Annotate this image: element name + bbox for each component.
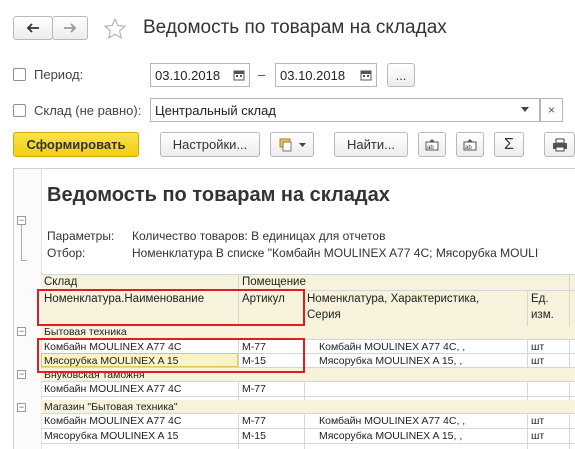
calendar-icon[interactable] [233, 69, 245, 81]
find-previous-button[interactable]: ab [418, 132, 446, 157]
svg-text:ab: ab [465, 145, 472, 151]
period-checkbox[interactable] [13, 68, 26, 81]
table-row-name: Комбайн MOULINEX A77 4C [44, 415, 182, 427]
arrow-left-icon [26, 23, 39, 33]
table-row-unit: шт [531, 355, 545, 367]
collapse-group-icon[interactable]: − [17, 370, 26, 379]
header-series: Серия [307, 309, 341, 321]
find-button[interactable]: Найти... [334, 132, 408, 157]
group-name: Бытовая техника [44, 326, 127, 338]
svg-text:ab: ab [427, 145, 434, 151]
dropdown-arrow-icon[interactable] [521, 107, 529, 112]
grid-line [569, 274, 570, 449]
header-room: Помещение [242, 276, 306, 288]
table-row-unit: шт [531, 415, 545, 427]
report-variants-icon [279, 138, 291, 151]
grid-line [41, 413, 575, 414]
collapse-group-icon[interactable]: − [17, 327, 26, 336]
settings-label: Настройки... [172, 137, 248, 152]
highlight-box-rows [37, 338, 305, 373]
warehouse-label: Склад (не равно): [34, 103, 142, 118]
sum-button[interactable]: Σ [494, 132, 524, 157]
collapse-params-icon[interactable]: − [17, 216, 26, 225]
params-value: Количество товаров: В единицах для отчет… [132, 229, 386, 243]
date-separator: – [258, 67, 266, 82]
date-from-value: 03.10.2018 [155, 67, 221, 83]
table-row-article: М-77 [242, 383, 266, 395]
table-row-unit: шт [531, 341, 545, 353]
generate-button[interactable]: Сформировать [13, 132, 139, 157]
page-title: Ведомость по товарам на складах [143, 17, 447, 38]
clear-icon[interactable]: × [541, 98, 563, 122]
settings-button[interactable]: Настройки... [160, 132, 260, 157]
highlight-box-header [37, 289, 305, 326]
filter-label: Отбор: [47, 246, 86, 260]
period-select-button[interactable]: ... [387, 63, 415, 87]
table-row-characteristics: Комбайн MOULINEX A77 4C, , [319, 341, 466, 353]
collapse-group-icon[interactable]: − [17, 403, 26, 412]
header-unit: Ед. [531, 293, 549, 305]
table-row-characteristics: Мясорубка MOULINEX A 15, , [319, 355, 463, 367]
grid-line [41, 381, 575, 382]
filter-value: Номенклатура В списке "Комбайн MOULINEX … [132, 246, 539, 260]
warehouse-checkbox[interactable] [13, 104, 26, 117]
back-button[interactable] [13, 16, 53, 40]
header-characteristics: Номенклатура, Характеристика, [307, 293, 480, 305]
table-row-characteristics: Комбайн MOULINEX A77 4C, , [319, 415, 466, 427]
variants-button[interactable] [270, 132, 314, 157]
warehouse-field[interactable]: Центральный склад [150, 98, 540, 122]
report-title: Ведомость по товарам на складах [47, 184, 390, 206]
find-next-button[interactable]: ab [456, 132, 484, 157]
printer-icon [552, 138, 567, 151]
period-label: Период: [34, 67, 84, 82]
header-warehouse: Склад [44, 276, 78, 288]
collapse-line [21, 225, 22, 261]
table-row-unit: шт [531, 430, 545, 442]
header-unit-line2: изм. [531, 309, 554, 321]
table-row-name: Комбайн MOULINEX A77 4C [44, 383, 182, 395]
table-row-article: М-15 [242, 430, 266, 442]
grid-line [41, 396, 575, 397]
table-row-characteristics: Мясорубка MOULINEX A 15, , [319, 430, 463, 442]
params-label: Параметры: [47, 229, 115, 243]
print-button[interactable] [544, 132, 575, 157]
chevron-down-icon [298, 142, 306, 147]
star-icon[interactable] [104, 18, 126, 39]
more-label: ... [395, 67, 407, 83]
grid-line [41, 443, 575, 444]
warehouse-value: Центральный склад [155, 102, 276, 118]
dropdown-divider [540, 98, 541, 122]
grid-line [41, 428, 575, 429]
table-row-article: М-77 [242, 415, 266, 427]
find-previous-icon: ab [425, 138, 439, 151]
calendar-icon[interactable] [360, 69, 372, 81]
find-label: Найти... [347, 137, 395, 152]
arrow-right-icon [64, 23, 77, 33]
sum-icon: Σ [504, 135, 514, 153]
group-name: Магазин "Бытовая техника" [44, 401, 178, 413]
collapse-line-end [21, 260, 27, 261]
generate-label: Сформировать [26, 137, 126, 152]
grid-line [41, 274, 575, 275]
find-next-icon: ab [463, 138, 477, 151]
date-to-value: 03.10.2018 [280, 67, 346, 83]
forward-button[interactable] [52, 16, 88, 40]
table-row-name: Мясорубка MOULINEX A 15 [44, 430, 179, 442]
